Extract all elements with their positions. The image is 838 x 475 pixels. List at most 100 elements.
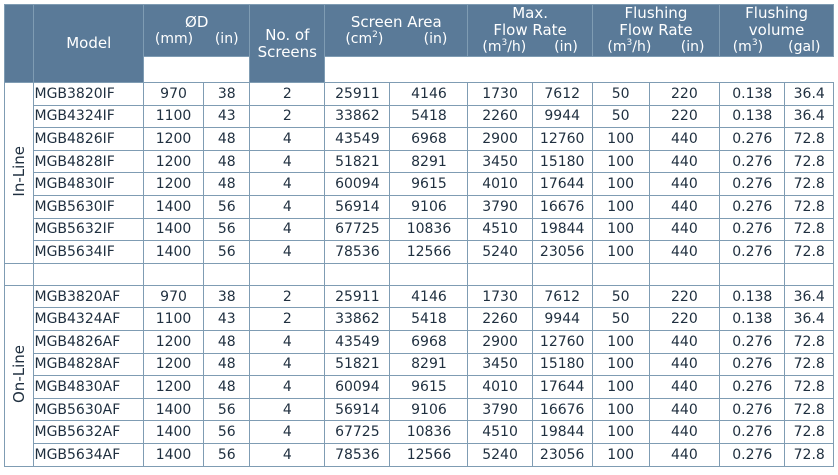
cell-od-mm: 1200 [143, 352, 205, 377]
cell-od-mm: 1400 [143, 442, 205, 467]
cell-area-cm2: 25911 [324, 284, 391, 309]
cell-flow-m3h: 4510 [467, 420, 533, 444]
cell-volume-gal: 36.4 [784, 82, 834, 106]
separator-cell [249, 262, 326, 286]
cell-flush-m3h: 100 [591, 217, 650, 242]
separator-cell [389, 262, 469, 286]
cell-area-cm2: 67725 [324, 420, 391, 444]
cell-screens: 4 [249, 442, 326, 467]
cell-area-in2: 4146 [389, 82, 469, 106]
cell-volume-gal: 36.4 [784, 104, 834, 129]
cell-volume-m3: 0.276 [719, 149, 786, 174]
cell-area-cm2: 78536 [324, 240, 391, 264]
cell-area-cm2: 78536 [324, 442, 391, 467]
cell-area-cm2: 51821 [324, 149, 391, 174]
cell-flush-in: 440 [648, 329, 721, 354]
cell-volume-gal: 72.8 [784, 217, 834, 242]
cell-flow-in: 23056 [531, 240, 593, 264]
separator-cell [3, 262, 35, 286]
cell-model: MGB3820IF [33, 82, 145, 106]
cell-model: MGB4830IF [33, 172, 145, 196]
cell-volume-gal: 72.8 [784, 442, 834, 467]
cell-area-in2: 6968 [389, 329, 469, 354]
cell-screens: 4 [249, 172, 326, 196]
cell-flush-in: 440 [648, 375, 721, 399]
cell-od-mm: 1400 [143, 194, 205, 219]
cell-flush-m3h: 50 [591, 104, 650, 129]
header-screen-area-cm: (cm2) [345, 29, 384, 47]
cell-flush-in: 440 [648, 149, 721, 174]
cell-flush-in: 440 [648, 442, 721, 467]
cell-area-cm2: 67725 [324, 217, 391, 242]
cell-model: MGB4828AF [33, 352, 145, 377]
header-flushing-flow-in: (in) [680, 39, 705, 55]
cell-od-mm: 1100 [143, 307, 205, 331]
cell-flush-in: 440 [648, 127, 721, 151]
specification-table: Model ØD (mm) (in) No. of Screens Screen… [3, 4, 834, 467]
cell-flow-m3h: 3450 [467, 149, 533, 174]
cell-volume-gal: 72.8 [784, 375, 834, 399]
table-row: MGB5630IF 1400 56 4 56914 9106 3790 16676 100 440… [5, 194, 834, 219]
cell-flush-in: 440 [648, 420, 721, 444]
cell-od-mm: 1400 [143, 397, 205, 422]
cell-flush-in: 440 [648, 194, 721, 219]
table-row: MGB4830IF 1200 48 4 60094 9615 4010 17644 100 440… [5, 172, 834, 196]
separator-cell [324, 262, 391, 286]
cell-od-in: 48 [203, 172, 251, 196]
cell-model: MGB4830AF [33, 375, 145, 399]
cell-od-mm: 1200 [143, 375, 205, 399]
cell-area-cm2: 56914 [324, 194, 391, 219]
cell-flush-m3h: 50 [591, 307, 650, 331]
table-row: MGB5632IF 1400 56 4 67725 10836 4510 19844 100 44… [5, 217, 834, 242]
cell-volume-gal: 72.8 [784, 172, 834, 196]
separator-cell [719, 262, 786, 286]
cell-flush-m3h: 100 [591, 397, 650, 422]
header-model: Model [33, 4, 145, 83]
cell-area-cm2: 60094 [324, 375, 391, 399]
cell-volume-m3: 0.276 [719, 240, 786, 264]
cell-screens: 4 [249, 375, 326, 399]
cell-flow-in: 9944 [531, 307, 593, 331]
cell-screens: 2 [249, 104, 326, 129]
cell-flush-in: 440 [648, 397, 721, 422]
cell-od-in: 56 [203, 240, 251, 264]
cell-flow-in: 19844 [531, 420, 593, 444]
cell-area-in2: 5418 [389, 307, 469, 331]
cell-flow-m3h: 2900 [467, 329, 533, 354]
cell-flush-m3h: 100 [591, 172, 650, 196]
cell-od-mm: 1400 [143, 240, 205, 264]
group-separator-row [3, 262, 834, 286]
cell-od-in: 43 [203, 307, 251, 331]
cell-screens: 2 [249, 307, 326, 331]
table-row: In-Line MGB3820IF 970 38 2 25911 4146 1730 7612 5… [3, 82, 834, 264]
cell-flow-in: 23056 [531, 442, 593, 467]
cell-flow-m3h: 2260 [467, 307, 533, 331]
separator-cell [33, 262, 145, 286]
cell-volume-gal: 36.4 [784, 284, 834, 309]
cell-model: MGB4324AF [33, 307, 145, 331]
cell-volume-m3: 0.276 [719, 127, 786, 151]
table-row: MGB5630AF 1400 56 4 56914 9106 3790 16676 100 440… [5, 397, 834, 422]
header-flushing-volume-gal: (gal) [788, 39, 821, 55]
header-diameter-mm: (mm) [154, 30, 194, 47]
cell-flow-in: 19844 [531, 217, 593, 242]
table-row: MGB4826AF 1200 48 4 43549 6968 2900 12760 100 440… [5, 329, 834, 354]
cell-volume-gal: 36.4 [784, 307, 834, 331]
cell-area-cm2: 25911 [324, 82, 391, 106]
cell-flow-in: 16676 [531, 397, 593, 422]
cell-flow-m3h: 5240 [467, 240, 533, 264]
cell-volume-m3: 0.276 [719, 217, 786, 242]
cell-od-mm: 1200 [143, 127, 205, 151]
header-max-flow-m3h: (m3/h) [482, 38, 527, 56]
group-label-cell: In-Line [3, 82, 35, 264]
cell-flow-m3h: 1730 [467, 284, 533, 309]
cell-area-cm2: 60094 [324, 172, 391, 196]
cell-flow-m3h: 2260 [467, 104, 533, 129]
cell-volume-m3: 0.276 [719, 329, 786, 354]
cell-flush-m3h: 100 [591, 442, 650, 467]
cell-area-in2: 12566 [389, 240, 469, 264]
cell-area-in2: 9615 [389, 172, 469, 196]
cell-volume-gal: 72.8 [784, 127, 834, 151]
cell-flush-in: 440 [648, 240, 721, 264]
cell-area-cm2: 51821 [324, 352, 391, 377]
